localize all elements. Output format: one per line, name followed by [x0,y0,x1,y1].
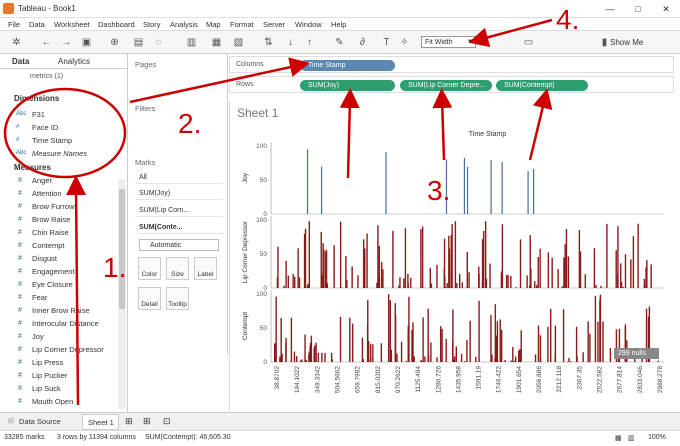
annotation-arrow-4 [468,18,553,48]
annotation-arrow-3c [528,88,553,161]
annotation-ellipse [3,87,127,179]
annotation-arrow-1 [66,175,87,406]
annotation-arrow-2 [129,57,310,104]
annotation-arrow-3a [339,88,360,179]
annotation-arrow-3b [432,88,453,161]
annotation-overlay [3,18,553,406]
